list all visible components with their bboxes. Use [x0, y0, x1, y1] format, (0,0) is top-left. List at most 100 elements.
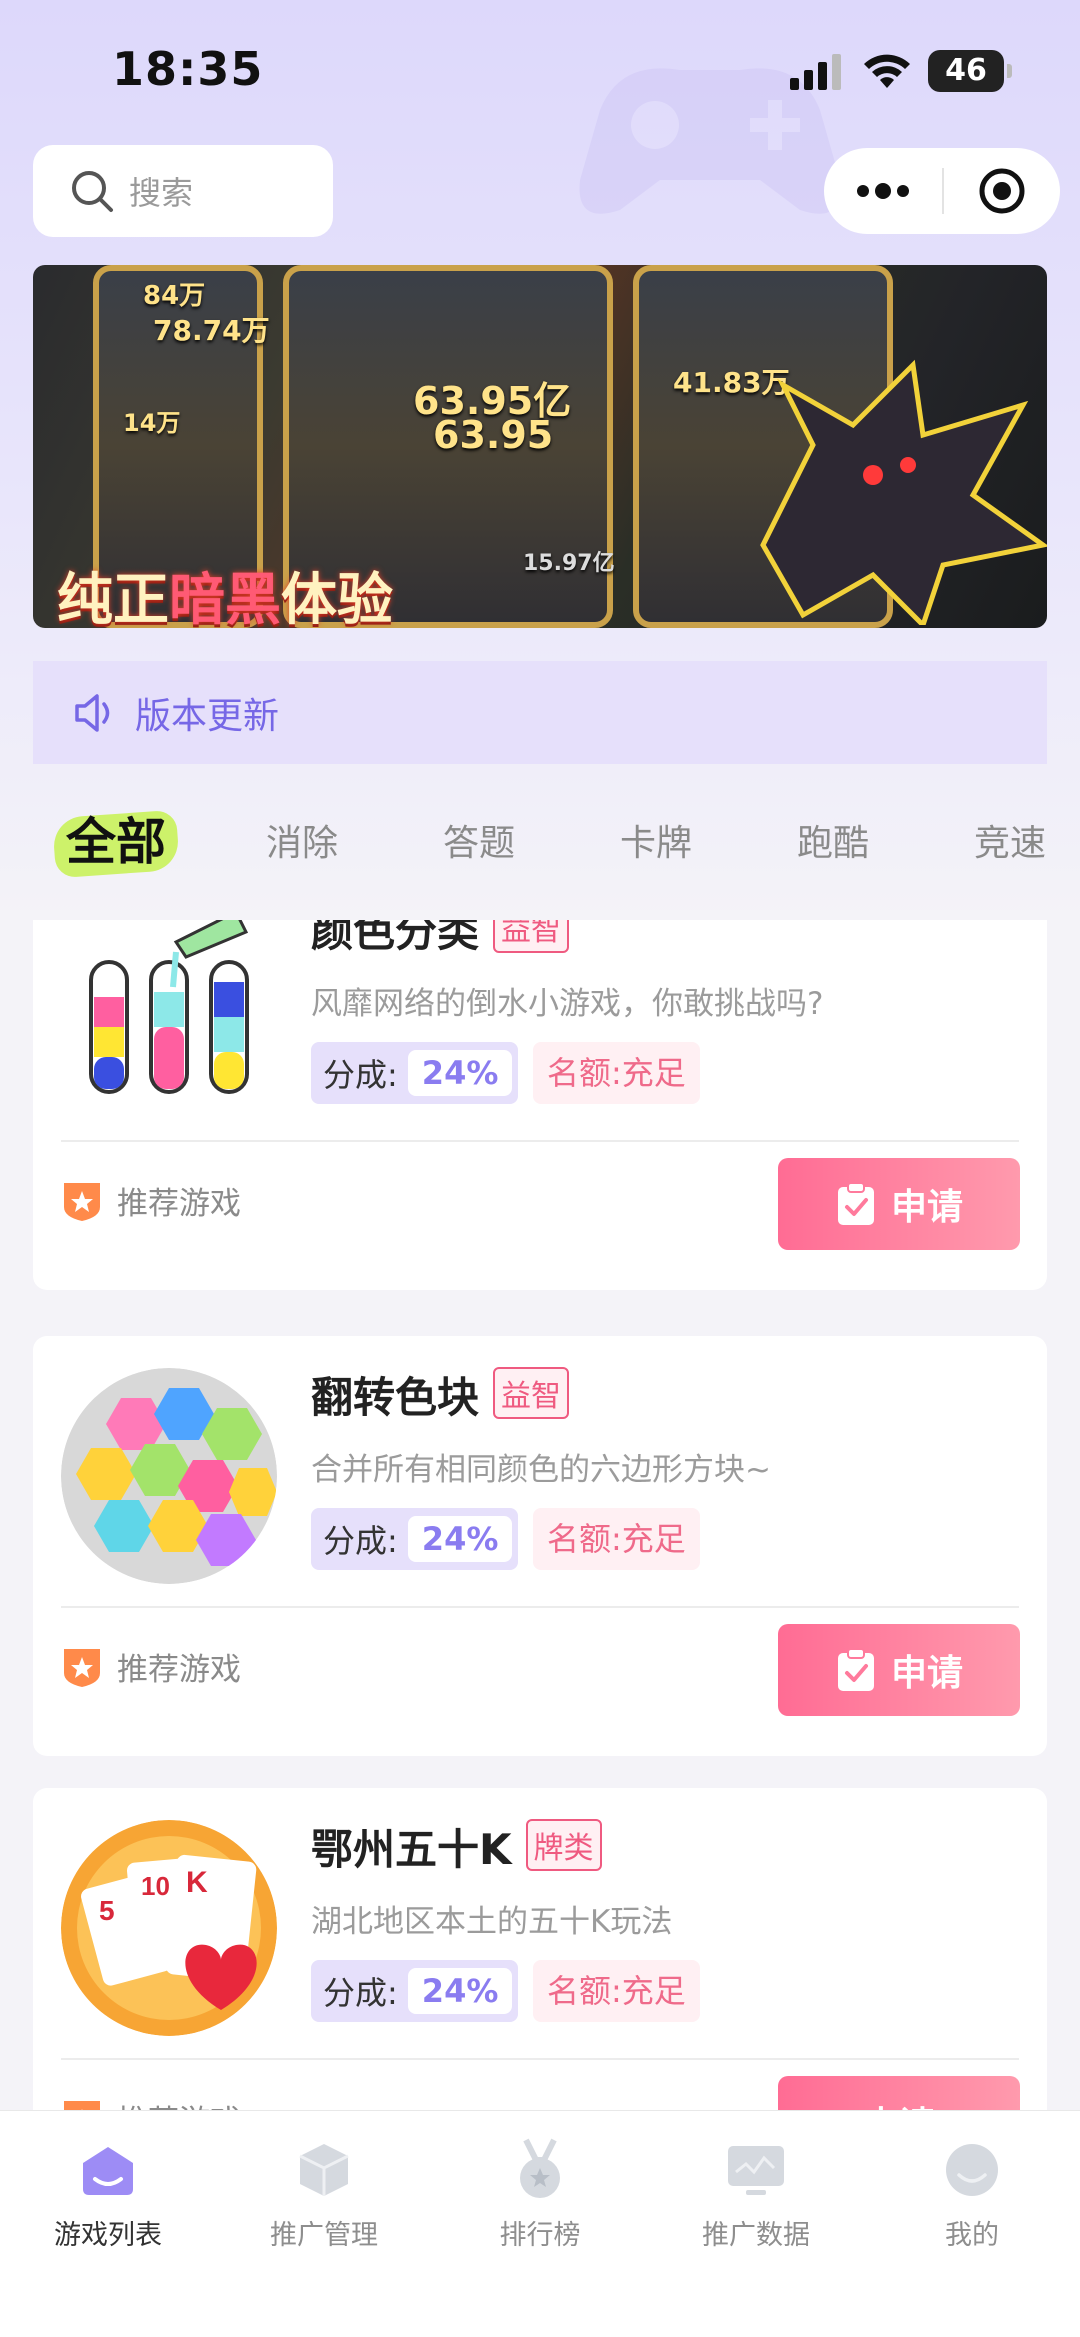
game-name: 翻转色块 益智 — [311, 1364, 570, 1425]
playing-cards-icon: 5 10 K — [61, 1820, 277, 2036]
tab-promotion-manage[interactable]: 推广管理 — [216, 2129, 432, 2252]
game-card[interactable]: 5 10 K 鄂州五十K 牌类 湖北地区本土的五十K玩法 分成: 24% 名额:充… — [33, 1788, 1047, 2110]
game-thumbnail-color-sort — [61, 920, 277, 1118]
apply-label: 申请 — [890, 1187, 963, 1228]
apply-button[interactable]: 申请 — [778, 1624, 1020, 1716]
game-tag: 益智 — [493, 920, 570, 953]
target-close-icon — [979, 168, 1025, 214]
search-input[interactable]: 搜索 — [33, 145, 333, 237]
banner-number: 63.95 — [433, 413, 554, 457]
share-value: 24% — [407, 1050, 513, 1096]
search-placeholder: 搜索 — [129, 174, 194, 212]
game-name-text: 颜色分类 — [311, 920, 480, 956]
quota-badge: 名额:充足 — [533, 1042, 700, 1104]
revenue-share: 分成: 24% — [311, 1042, 519, 1104]
gamepad-icon — [83, 2147, 133, 2195]
medal-icon — [520, 2138, 560, 2198]
tab-match[interactable]: 消除 — [266, 814, 338, 866]
tab-quiz[interactable]: 答题 — [443, 814, 515, 866]
banner-number: 14万 — [123, 409, 181, 437]
game-thumbnail-flip-blocks — [61, 1368, 277, 1584]
quota-badge: 名额:充足 — [533, 1508, 700, 1570]
wifi-icon — [864, 54, 910, 88]
game-description: 合并所有相同颜色的六边形方块~ — [311, 1452, 771, 1488]
game-card[interactable]: 翻转色块 益智 合并所有相同颜色的六边形方块~ 分成: 24% 名额:充足 推荐游… — [33, 1336, 1047, 1756]
banner-number: 15.97亿 — [523, 551, 615, 576]
game-description: 风靡网络的倒水小游戏，你敢挑战吗? — [311, 986, 824, 1022]
apply-button[interactable]: 申请 — [778, 2076, 1020, 2110]
miniprogram-capsule — [824, 148, 1060, 234]
status-bar: 18:35 46 — [0, 0, 1080, 140]
share-label: 分成: — [323, 1056, 398, 1094]
game-name-text: 翻转色块 — [311, 1373, 480, 1422]
game-name: 鄂州五十K 牌类 — [311, 1816, 602, 1877]
game-tag: 益智 — [493, 1367, 570, 1419]
quota-badge: 名额:充足 — [533, 1960, 700, 2022]
game-card[interactable]: 颜色分类 益智 风靡网络的倒水小游戏，你敢挑战吗? 分成: 24% 名额:充足 推… — [33, 920, 1047, 1290]
test-tubes-icon — [89, 920, 249, 1094]
share-label: 分成: — [323, 1522, 398, 1560]
tab-all[interactable]: 全部 — [66, 802, 166, 874]
banner-slogan-highlight: 暗黑 — [169, 568, 281, 628]
card-divider — [61, 2058, 1019, 2060]
recommended-label: 推荐游戏 — [61, 1178, 241, 1223]
tab-label: 推广数据 — [702, 2220, 810, 2251]
revenue-share: 分成: 24% — [311, 1960, 519, 2022]
tab-parkour[interactable]: 跑酷 — [797, 814, 869, 866]
profile-icon — [946, 2144, 998, 2196]
svg-text:10: 10 — [141, 1871, 170, 1901]
svg-text:K: K — [186, 1866, 208, 1899]
chart-monitor-icon — [728, 2146, 784, 2195]
recommend-shield-icon — [64, 1648, 100, 1687]
recommended-label: 推荐游戏 — [61, 2096, 241, 2110]
banner-number: 84万 — [143, 281, 206, 311]
more-dots-icon — [857, 183, 909, 199]
close-miniprogram-button[interactable] — [944, 148, 1060, 234]
category-tabs: 全部 消除 答题 卡牌 跑酷 竞速 — [0, 800, 1080, 890]
share-value: 24% — [407, 1516, 513, 1562]
tab-label: 游戏列表 — [54, 2220, 162, 2251]
banner-slogan: 纯正暗黑体验 — [57, 555, 393, 628]
cube-icon — [299, 2144, 349, 2196]
version-update-notice[interactable]: 版本更新 — [33, 661, 1047, 764]
tab-racing[interactable]: 竞速 — [974, 814, 1046, 866]
tab-leaderboard[interactable]: 排行榜 — [432, 2129, 648, 2252]
banner-number: 78.74万 — [153, 314, 270, 347]
revenue-share: 分成: 24% — [311, 1508, 519, 1570]
tab-label: 我的 — [945, 2220, 999, 2251]
dragon-character-image — [760, 359, 1047, 625]
promo-banner[interactable]: 84万 78.74万 14万 63.95亿 63.95 41.83万 15.97… — [33, 265, 1047, 628]
banner-slogan-text: 纯正 — [57, 568, 169, 628]
tab-card[interactable]: 卡牌 — [620, 814, 692, 866]
game-name-text: 鄂州五十K — [311, 1825, 512, 1874]
search-icon — [72, 171, 113, 212]
recommended-text: 推荐游戏 — [117, 1652, 241, 1688]
recommended-text: 推荐游戏 — [117, 1186, 241, 1222]
game-name: 颜色分类 益智 — [311, 920, 570, 959]
tab-label: 推广管理 — [270, 2220, 378, 2251]
more-button[interactable] — [824, 148, 942, 234]
battery-indicator: 46 — [928, 50, 1012, 92]
tab-game-list[interactable]: 游戏列表 — [0, 2129, 216, 2252]
game-tag: 牌类 — [525, 1819, 602, 1871]
game-description: 湖北地区本土的五十K玩法 — [311, 1904, 673, 1940]
share-label: 分成: — [323, 1974, 398, 2012]
apply-label: 申请 — [863, 2096, 935, 2110]
apply-label: 申请 — [890, 1653, 963, 1694]
speaker-icon — [75, 693, 110, 732]
card-divider — [61, 1606, 1019, 1608]
recommend-shield-icon — [64, 1182, 100, 1221]
hexagon-blocks-icon — [61, 1368, 277, 1584]
status-time: 18:35 — [112, 42, 264, 96]
apply-button[interactable]: 申请 — [778, 1158, 1020, 1250]
game-list: 颜色分类 益智 风靡网络的倒水小游戏，你敢挑战吗? 分成: 24% 名额:充足 推… — [0, 920, 1080, 2110]
recommended-label: 推荐游戏 — [61, 1644, 241, 1689]
notice-text: 版本更新 — [135, 695, 280, 737]
recommended-text: 推荐游戏 — [117, 2096, 241, 2110]
clipboard-check-icon — [837, 1648, 874, 1691]
game-thumbnail-ezhou-50k: 5 10 K — [61, 1820, 277, 2036]
banner-slogan-text: 体验 — [281, 568, 393, 628]
tab-mine[interactable]: 我的 — [864, 2129, 1080, 2252]
tab-label: 排行榜 — [499, 2220, 581, 2251]
tab-promotion-data[interactable]: 推广数据 — [648, 2129, 864, 2252]
